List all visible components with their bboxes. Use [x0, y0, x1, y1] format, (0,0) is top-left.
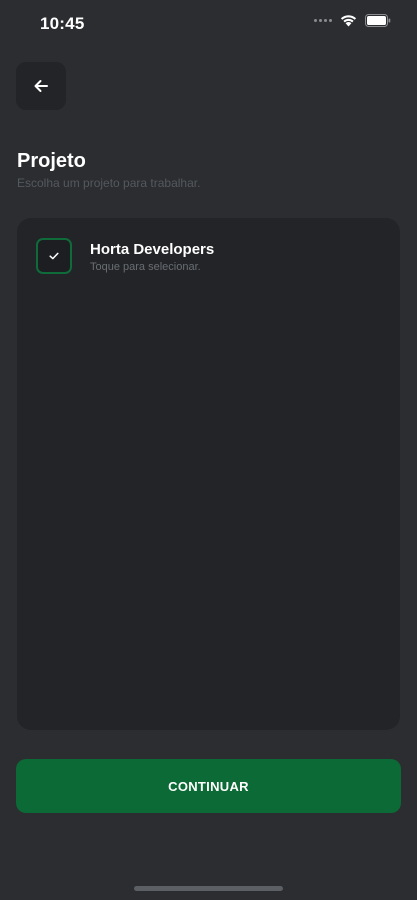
continue-button[interactable]: CONTINUAR [16, 759, 401, 813]
back-button[interactable] [16, 62, 66, 110]
checkmark-icon [49, 252, 59, 260]
signal-dots-icon [314, 19, 332, 22]
arrow-left-icon [34, 80, 48, 92]
project-list: Horta Developers Toque para selecionar. [17, 218, 400, 730]
project-checkbox[interactable] [36, 238, 72, 274]
project-hint: Toque para selecionar. [90, 261, 201, 273]
project-name: Horta Developers [90, 241, 215, 258]
page-subtitle: Escolha um projeto para trabalhar. [17, 176, 201, 190]
project-item[interactable]: Horta Developers Toque para selecionar. [17, 218, 400, 298]
page-title: Projeto [17, 150, 86, 172]
battery-icon [365, 14, 391, 27]
status-bar: 10:45 [0, 0, 417, 46]
wifi-icon [340, 15, 357, 27]
status-icons [314, 14, 391, 27]
home-indicator [134, 886, 283, 891]
status-time: 10:45 [40, 14, 85, 33]
